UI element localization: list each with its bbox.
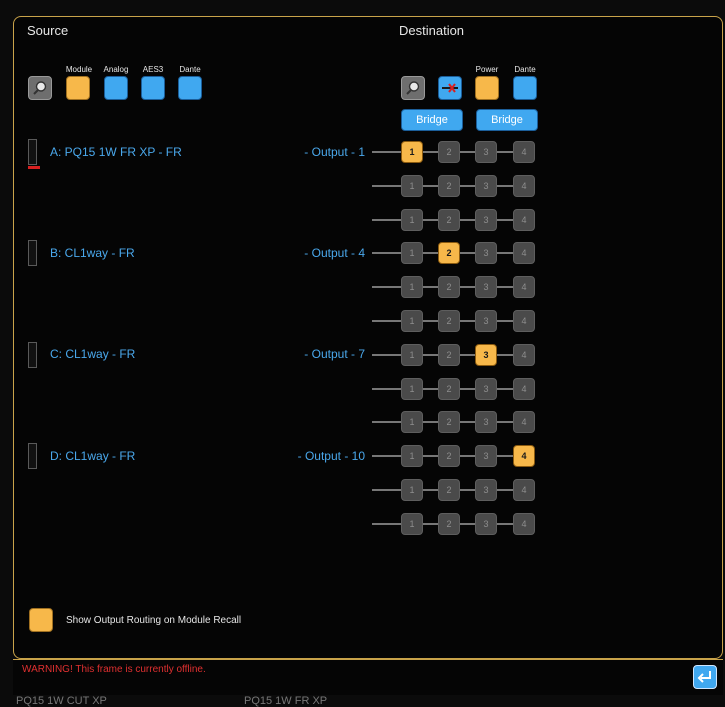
- source-channel-c[interactable]: C: CL1way - FR: [50, 347, 135, 361]
- route-cell-row4-col4[interactable]: 4: [513, 242, 535, 264]
- route-cell-row9-col3[interactable]: 3: [475, 411, 497, 433]
- routing-panel: [13, 16, 723, 659]
- route-cell-row9-col1[interactable]: 1: [401, 411, 423, 433]
- route-cell-row10-col2[interactable]: 2: [438, 445, 460, 467]
- route-cell-row1-col2[interactable]: 2: [438, 141, 460, 163]
- source-heading: Source: [27, 23, 69, 38]
- disconnect-icon: [442, 83, 458, 93]
- route-cell-row12-col2[interactable]: 2: [438, 513, 460, 535]
- channel-a-meter: [28, 139, 37, 165]
- route-cell-row10-col3[interactable]: 3: [475, 445, 497, 467]
- route-cell-row7-col3[interactable]: 3: [475, 344, 497, 366]
- channel-c-meter: [28, 342, 37, 368]
- filter-label-power: Power: [475, 65, 499, 74]
- route-cell-row11-col2[interactable]: 2: [438, 479, 460, 501]
- route-cell-row10-col4[interactable]: 4: [513, 445, 535, 467]
- route-cell-row8-col3[interactable]: 3: [475, 378, 497, 400]
- clear-routing-button[interactable]: [438, 76, 462, 100]
- route-cell-row11-col3[interactable]: 3: [475, 479, 497, 501]
- route-cell-row9-col4[interactable]: 4: [513, 411, 535, 433]
- route-cell-row3-col3[interactable]: 3: [475, 209, 497, 231]
- offline-warning: WARNING! This frame is currently offline…: [22, 664, 206, 675]
- route-cell-row1-col4[interactable]: 4: [513, 141, 535, 163]
- channel-b-meter: [28, 240, 37, 266]
- route-cell-row6-col3[interactable]: 3: [475, 310, 497, 332]
- route-cell-row2-col2[interactable]: 2: [438, 175, 460, 197]
- route-cell-row7-col4[interactable]: 4: [513, 344, 535, 366]
- route-cell-row5-col1[interactable]: 1: [401, 276, 423, 298]
- magnifier-icon: [406, 81, 420, 95]
- route-cell-row3-col2[interactable]: 2: [438, 209, 460, 231]
- route-cell-row6-col1[interactable]: 1: [401, 310, 423, 332]
- source-channel-b[interactable]: B: CL1way - FR: [50, 246, 135, 260]
- route-cell-row3-col4[interactable]: 4: [513, 209, 535, 231]
- filter-label-dante: Dante: [179, 65, 201, 74]
- route-cell-row6-col4[interactable]: 4: [513, 310, 535, 332]
- route-cell-row1-col1[interactable]: 1: [401, 141, 423, 163]
- channel-d-meter: [28, 443, 37, 469]
- route-cell-row10-col1[interactable]: 1: [401, 445, 423, 467]
- route-cell-row11-col1[interactable]: 1: [401, 479, 423, 501]
- apply-button[interactable]: [693, 665, 717, 689]
- output-label-4: - Output - 4: [304, 246, 365, 260]
- destination-search-button[interactable]: [401, 76, 425, 100]
- route-cell-row9-col2[interactable]: 2: [438, 411, 460, 433]
- source-channel-d[interactable]: D: CL1way - FR: [50, 449, 135, 463]
- output-label-10: - Output - 10: [297, 449, 365, 463]
- route-cell-row7-col2[interactable]: 2: [438, 344, 460, 366]
- filter-label-aes3: AES3: [142, 65, 164, 74]
- filter-label-dest-dante: Dante: [514, 65, 536, 74]
- route-cell-row2-col3[interactable]: 3: [475, 175, 497, 197]
- route-cell-row5-col2[interactable]: 2: [438, 276, 460, 298]
- filter-analog-toggle[interactable]: [104, 76, 128, 100]
- filter-dante-toggle[interactable]: [178, 76, 202, 100]
- source-channel-a[interactable]: A: PQ15 1W FR XP - FR: [50, 145, 182, 159]
- route-cell-row7-col1[interactable]: 1: [401, 344, 423, 366]
- route-cell-row1-col3[interactable]: 3: [475, 141, 497, 163]
- filter-power-toggle[interactable]: [475, 76, 499, 100]
- route-cell-row12-col1[interactable]: 1: [401, 513, 423, 535]
- filter-module-toggle[interactable]: [66, 76, 90, 100]
- route-cell-row5-col4[interactable]: 4: [513, 276, 535, 298]
- route-cell-row4-col3[interactable]: 3: [475, 242, 497, 264]
- filter-label-analog: Analog: [103, 65, 129, 74]
- route-cell-row6-col2[interactable]: 2: [438, 310, 460, 332]
- route-cell-row12-col4[interactable]: 4: [513, 513, 535, 535]
- route-cell-row4-col2[interactable]: 2: [438, 242, 460, 264]
- route-cell-row8-col4[interactable]: 4: [513, 378, 535, 400]
- bridge-button-2[interactable]: Bridge: [476, 109, 538, 131]
- route-cell-row8-col1[interactable]: 1: [401, 378, 423, 400]
- filter-label-module: Module: [65, 65, 93, 74]
- route-cell-row12-col3[interactable]: 3: [475, 513, 497, 535]
- route-cell-row2-col4[interactable]: 4: [513, 175, 535, 197]
- show-routing-checkbox[interactable]: [29, 608, 53, 632]
- filter-aes3-toggle[interactable]: [141, 76, 165, 100]
- route-cell-row3-col1[interactable]: 1: [401, 209, 423, 231]
- destination-heading: Destination: [399, 23, 465, 38]
- filter-dest-dante-toggle[interactable]: [513, 76, 537, 100]
- background-module-1: PQ15 1W CUT XP: [16, 695, 107, 707]
- magnifier-icon: [33, 81, 47, 95]
- bridge-button-1[interactable]: Bridge: [401, 109, 463, 131]
- route-cell-row8-col2[interactable]: 2: [438, 378, 460, 400]
- route-cell-row5-col3[interactable]: 3: [475, 276, 497, 298]
- background-module-2: PQ15 1W FR XP: [244, 695, 328, 707]
- output-label-1: - Output - 1: [304, 145, 365, 159]
- route-cell-row4-col1[interactable]: 1: [401, 242, 423, 264]
- route-cell-row11-col4[interactable]: 4: [513, 479, 535, 501]
- channel-a-indicator: [28, 166, 40, 169]
- output-label-7: - Output - 7: [304, 347, 365, 361]
- route-cell-row2-col1[interactable]: 1: [401, 175, 423, 197]
- show-routing-label: Show Output Routing on Module Recall: [66, 615, 242, 626]
- return-arrow-icon: [697, 671, 711, 683]
- source-search-button[interactable]: [28, 76, 52, 100]
